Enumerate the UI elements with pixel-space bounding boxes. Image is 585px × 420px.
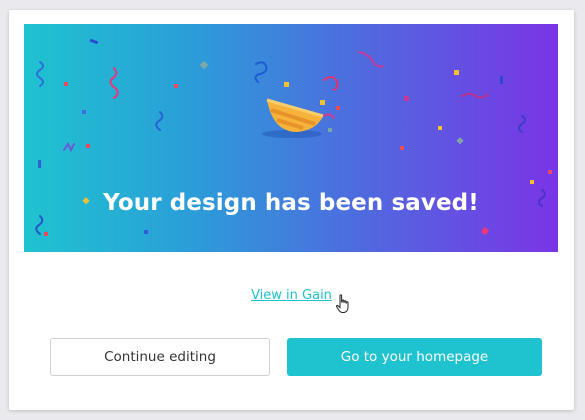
go-to-homepage-button[interactable]: Go to your homepage xyxy=(287,338,542,376)
view-in-gain-link[interactable]: View in Gain xyxy=(9,288,574,303)
save-headline: Your design has been saved! xyxy=(103,190,479,216)
continue-editing-button[interactable]: Continue editing xyxy=(50,338,270,376)
party-popper-icon xyxy=(259,74,329,145)
hand-pointer-icon xyxy=(335,294,351,319)
save-confirmation-dialog: Your design has been saved! View in Gain… xyxy=(9,10,574,410)
celebration-banner: Your design has been saved! xyxy=(24,24,558,252)
